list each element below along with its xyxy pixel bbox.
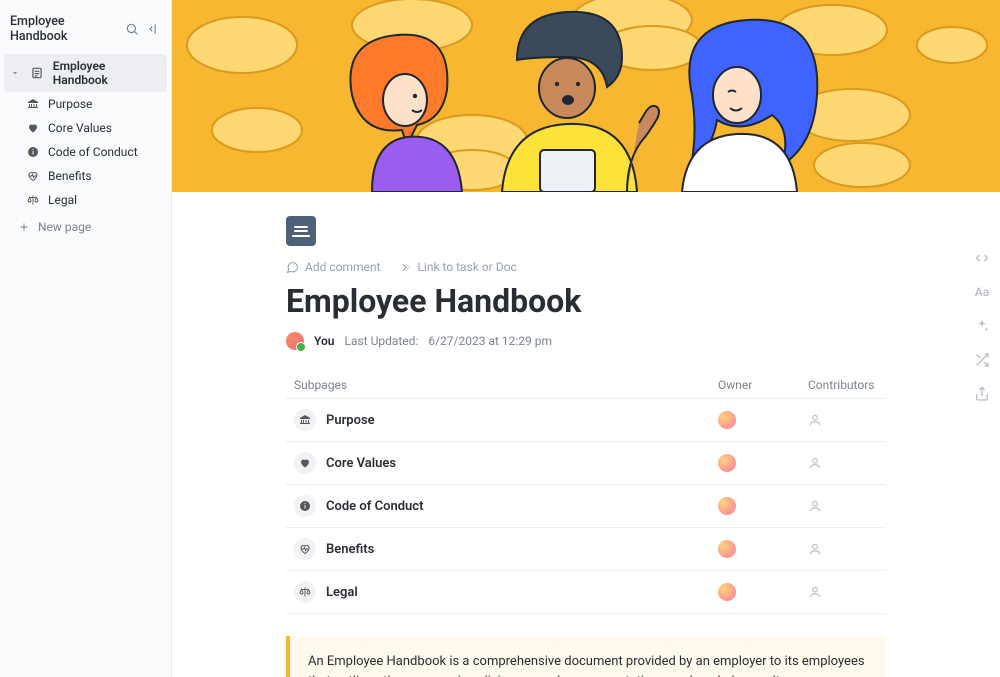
chevron-down-icon [8, 68, 21, 78]
new-page-button[interactable]: New page [4, 214, 167, 240]
subpage-row-code-of-conduct[interactable]: Code of Conduct [286, 484, 886, 527]
sidebar-item-code-of-conduct[interactable]: Code of Conduct [4, 140, 167, 164]
owner-avatar[interactable] [718, 454, 736, 472]
heart-icon [26, 121, 40, 135]
add-contributor-button[interactable] [808, 499, 878, 513]
subpage-title: Core Values [326, 456, 718, 471]
new-page-label: New page [38, 220, 91, 234]
main-content[interactable]: Aa Add comment Link to task or Doc Em [172, 0, 1000, 677]
add-comment-button[interactable]: Add comment [286, 260, 380, 274]
sparkle-icon[interactable] [972, 316, 992, 336]
owner-avatar[interactable] [718, 540, 736, 558]
sidebar: Employee Handbook Employee Handbook Purp… [0, 0, 172, 677]
col-subpages: Subpages [294, 378, 718, 392]
callout-block[interactable]: An Employee Handbook is a comprehensive … [286, 636, 886, 677]
subpage-row-legal[interactable]: Legal [286, 570, 886, 614]
callout-paragraph: An Employee Handbook is a comprehensive … [308, 652, 868, 677]
bank-icon [26, 97, 40, 111]
doc-body: Add comment Link to task or Doc Employee… [286, 192, 886, 677]
sidebar-item-legal[interactable]: Legal [4, 188, 167, 212]
collapse-sidebar-icon[interactable] [145, 20, 163, 38]
col-owner: Owner [718, 378, 808, 392]
doc-lines-icon [29, 65, 44, 81]
sidebar-title: Employee Handbook [8, 14, 123, 44]
heart-icon [294, 452, 316, 474]
typography-button[interactable]: Aa [972, 282, 992, 302]
hero-cover [172, 0, 1000, 192]
doc-actions: Add comment Link to task or Doc [286, 260, 886, 274]
sidebar-item-purpose[interactable]: Purpose [4, 92, 167, 116]
doc-meta: You Last Updated: 6/27/2023 at 12:29 pm [286, 332, 886, 350]
col-contributors: Contributors [808, 378, 878, 392]
doc-cover-icon[interactable] [286, 216, 316, 246]
info-icon [294, 495, 316, 517]
updated-label: Last Updated: [344, 334, 418, 348]
sidebar-item-benefits[interactable]: Benefits [4, 164, 167, 188]
info-icon [26, 145, 40, 159]
subpage-title: Code of Conduct [326, 499, 718, 514]
scale-icon [26, 193, 40, 207]
sidebar-item-label: Code of Conduct [48, 145, 138, 159]
subpages-header: Subpages Owner Contributors [286, 372, 886, 398]
sidebar-item-label: Core Values [48, 121, 112, 135]
sidebar-item-label: Benefits [48, 169, 92, 183]
sidebar-item-root[interactable]: Employee Handbook [4, 54, 167, 92]
plus-icon [18, 221, 30, 233]
link-task-label: Link to task or Doc [417, 260, 516, 274]
updated-value: 6/27/2023 at 12:29 pm [428, 334, 552, 348]
owner-avatar[interactable] [718, 583, 736, 601]
subpage-title: Legal [326, 585, 718, 600]
subpage-title: Benefits [326, 542, 718, 557]
author-name: You [314, 334, 334, 348]
add-contributor-button[interactable] [808, 413, 878, 427]
add-contributor-button[interactable] [808, 585, 878, 599]
add-contributor-button[interactable] [808, 456, 878, 470]
subpage-row-purpose[interactable]: Purpose [286, 398, 886, 441]
right-rail: Aa [972, 248, 992, 404]
add-contributor-button[interactable] [808, 542, 878, 556]
share-icon[interactable] [972, 384, 992, 404]
hero-illustration [172, 0, 1000, 192]
sidebar-item-core-values[interactable]: Core Values [4, 116, 167, 140]
sidebar-item-label: Purpose [48, 97, 92, 111]
owner-avatar[interactable] [718, 497, 736, 515]
expand-width-icon[interactable] [972, 248, 992, 268]
person-right [682, 20, 817, 192]
bank-icon [294, 409, 316, 431]
search-icon[interactable] [123, 20, 141, 38]
add-comment-label: Add comment [305, 260, 380, 274]
person-left [350, 35, 462, 192]
health-icon [26, 169, 40, 183]
subpage-title: Purpose [326, 413, 718, 428]
subpage-row-benefits[interactable]: Benefits [286, 527, 886, 570]
owner-avatar[interactable] [718, 411, 736, 429]
link-task-button[interactable]: Link to task or Doc [398, 260, 516, 274]
scale-icon [294, 581, 316, 603]
author-avatar[interactable] [286, 332, 304, 350]
sidebar-item-label: Employee Handbook [53, 59, 159, 87]
doc-title[interactable]: Employee Handbook [286, 282, 886, 320]
subpage-row-core-values[interactable]: Core Values [286, 441, 886, 484]
sidebar-header: Employee Handbook [0, 4, 171, 54]
sidebar-item-label: Legal [48, 193, 77, 207]
shuffle-icon[interactable] [972, 350, 992, 370]
subpages-table: Subpages Owner Contributors Purpose Core… [286, 372, 886, 614]
health-icon [294, 538, 316, 560]
